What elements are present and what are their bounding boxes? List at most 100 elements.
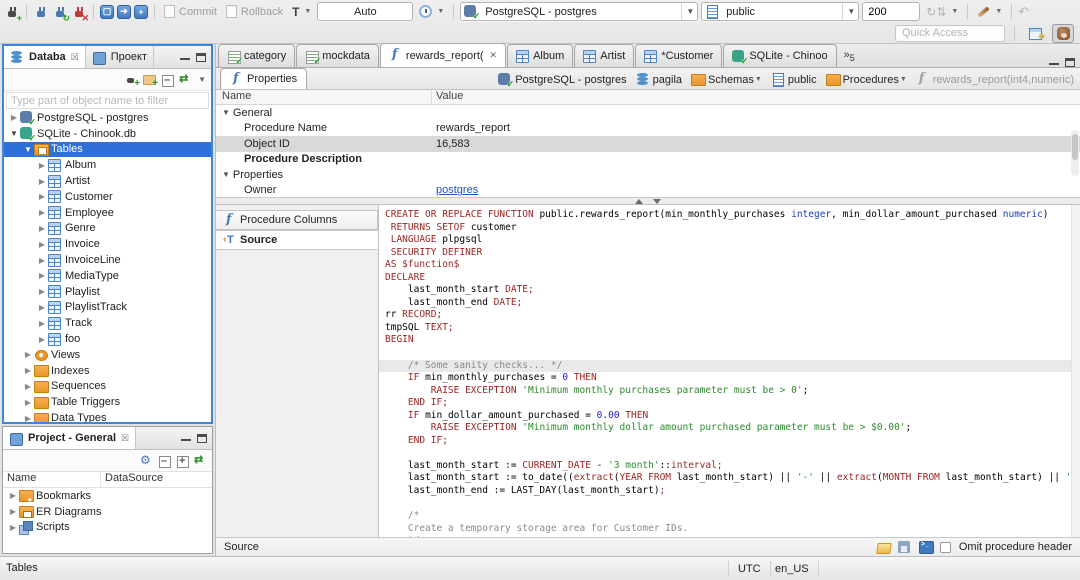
connect-icon[interactable] (33, 4, 49, 20)
breadcrumb-item-public[interactable]: public (771, 73, 817, 87)
expand-arrow-icon[interactable]: ▶ (22, 350, 34, 359)
group-arrow-icon[interactable]: ▼ (222, 108, 230, 117)
reconnect-icon[interactable]: ↻ (52, 4, 70, 22)
tree-item-playlisttrack[interactable]: ▶ PlaylistTrack (4, 300, 211, 316)
tab-projects[interactable]: Проект (86, 46, 154, 68)
tree-item-tables[interactable]: ▼ Tables (4, 141, 211, 158)
tree-item-track[interactable]: ▶ Track (4, 315, 211, 331)
new-folder-icon[interactable] (143, 73, 158, 89)
expand-arrow-icon[interactable]: ▶ (36, 177, 48, 186)
tree-item-postgresql-postgres[interactable]: ▶PostgreSQL - postgres (4, 110, 211, 128)
tab-project-general[interactable]: Project - General ☒ (3, 427, 137, 449)
open-file-icon[interactable] (877, 541, 890, 554)
expand-arrow-icon[interactable]: ▶ (36, 256, 48, 265)
project-item-bookmarks[interactable]: ▶Bookmarks (3, 488, 212, 505)
status-locale[interactable]: en_US (766, 561, 819, 576)
refresh-button[interactable]: ↻⇅ ▼ (923, 2, 961, 22)
undo-icon[interactable]: ↶ (1018, 5, 1029, 18)
rollback-button[interactable]: Rollback (223, 2, 286, 22)
expand-arrow-icon[interactable]: ▶ (36, 303, 48, 312)
expand-arrow-icon[interactable]: ▼ (8, 129, 20, 138)
save-icon[interactable] (897, 540, 911, 554)
project-item-er-diagrams[interactable]: ▶ ER Diagrams (3, 504, 212, 520)
property-row-properties[interactable]: ▼ Properties (216, 167, 1080, 183)
scrollbar-thumb[interactable] (1072, 134, 1078, 160)
dropdown-arrow-icon[interactable]: ▼ (900, 76, 907, 83)
link-editor-icon[interactable] (179, 72, 192, 86)
expand-arrow-icon[interactable]: ▶ (36, 335, 48, 344)
expand-arrow-icon[interactable]: ▶ (7, 491, 19, 500)
expand-arrow-icon[interactable]: ▶ (22, 414, 34, 422)
project-item-scripts[interactable]: ▶ Scripts (3, 520, 212, 536)
maximize-icon[interactable] (197, 433, 207, 443)
property-value[interactable]: postgres (432, 184, 478, 196)
tree-item-table-triggers[interactable]: ▶ Table Triggers (4, 394, 211, 410)
commit-button[interactable]: Commit (161, 2, 220, 22)
tab-overflow-button[interactable]: » 5 (844, 49, 855, 63)
breadcrumb-item-pagila[interactable]: pagila (636, 73, 682, 86)
status-timezone[interactable]: UTC (728, 561, 771, 576)
open-perspective-button[interactable] (1024, 24, 1046, 43)
quick-access-input[interactable] (895, 24, 1005, 42)
expand-up-icon[interactable] (635, 198, 643, 204)
expand-all-icon[interactable] (176, 454, 189, 468)
tree-item-customer[interactable]: ▶ Customer (4, 189, 211, 205)
tab-properties[interactable]: Properties (220, 68, 308, 89)
maximize-icon[interactable] (1065, 58, 1075, 67)
tree-item-invoiceline[interactable]: ▶ InvoiceLine (4, 252, 211, 268)
subtab-procedure-columns[interactable]: Procedure Columns (216, 210, 378, 230)
commit-mode-combo[interactable]: Auto (317, 2, 414, 21)
close-icon[interactable]: ☒ (71, 52, 79, 63)
editor-tab-artist[interactable]: Artist (574, 44, 635, 67)
property-row-procedure-name[interactable]: Procedure Name rewards_report (216, 121, 1080, 137)
expand-arrow-icon[interactable]: ▶ (36, 161, 48, 170)
minimize-icon[interactable] (1049, 60, 1059, 65)
source-editor[interactable]: CREATE OR REPLACE FUNCTION public.reward… (379, 205, 1080, 537)
breadcrumb-item-procedures[interactable]: Procedures ▼ (825, 73, 907, 86)
expand-arrow-icon[interactable]: ▶ (36, 192, 48, 201)
collapse-all-icon[interactable] (161, 73, 175, 87)
editor-tab-mockdata[interactable]: mockdata (296, 44, 379, 67)
expand-arrow-icon[interactable]: ▼ (22, 145, 34, 154)
tree-item-data-types[interactable]: ▶ Data Types (4, 410, 211, 422)
grid-column-value[interactable]: Value (432, 90, 463, 104)
fetch-size-input[interactable] (862, 2, 921, 21)
property-row-procedure-description[interactable]: Procedure Description (216, 152, 1080, 168)
expand-arrow-icon[interactable]: ▶ (7, 523, 19, 532)
subtab-source[interactable]: Source (216, 230, 378, 250)
editor-tab-category[interactable]: category (218, 44, 296, 67)
tree-item-album[interactable]: ▶ Album (4, 157, 211, 173)
scrollbar[interactable] (1071, 130, 1079, 176)
property-row-general[interactable]: ▼ General (216, 105, 1080, 121)
editor-tab-album[interactable]: Album (507, 44, 574, 67)
minimize-icon[interactable] (181, 436, 191, 441)
splitter-handle[interactable] (216, 198, 1080, 205)
link-editor-icon[interactable] (194, 453, 207, 467)
omit-header-checkbox[interactable] (939, 541, 951, 553)
expand-arrow-icon[interactable]: ▶ (22, 398, 34, 407)
expand-arrow-icon[interactable]: ▶ (36, 287, 48, 296)
column-header-name[interactable]: Name (3, 472, 101, 487)
expand-arrow-icon[interactable]: ▶ (36, 208, 48, 217)
tree-item-genre[interactable]: ▶ Genre (4, 221, 211, 237)
close-icon[interactable]: ☒ (121, 433, 129, 444)
expand-arrow-icon[interactable]: ▶ (36, 240, 48, 249)
dbeaver-perspective-button[interactable] (1052, 23, 1074, 43)
tree-item-foo[interactable]: ▶ foo (4, 331, 211, 347)
property-row-owner[interactable]: Owner postgres (216, 183, 1080, 198)
column-header-datasource[interactable]: DataSource (101, 472, 163, 487)
compare-button[interactable]: ▼ (974, 2, 1005, 22)
editor-tab-rewards-report[interactable]: rewards_report(✕ (379, 43, 507, 67)
new-connection-icon[interactable] (125, 73, 140, 89)
breadcrumb-item-postgresql-postgres[interactable]: PostgreSQL - postgres (498, 73, 627, 90)
tree-item-views[interactable]: ▶ Views (4, 347, 211, 363)
breadcrumb-item-schemas[interactable]: Schemas ▼ (691, 73, 762, 86)
expand-arrow-icon[interactable]: ▶ (8, 113, 20, 122)
tree-item-indexes[interactable]: ▶ Indexes (4, 363, 211, 379)
grid-column-name[interactable]: Name (216, 90, 432, 104)
property-row-object-id[interactable]: Object ID 16,583 (216, 136, 1080, 152)
expand-arrow-icon[interactable]: ▶ (22, 382, 34, 391)
transaction-log-button[interactable]: T ▼ (289, 2, 314, 22)
object-filter-input[interactable] (6, 92, 209, 109)
transaction-history-button[interactable]: ▼ (416, 2, 447, 22)
